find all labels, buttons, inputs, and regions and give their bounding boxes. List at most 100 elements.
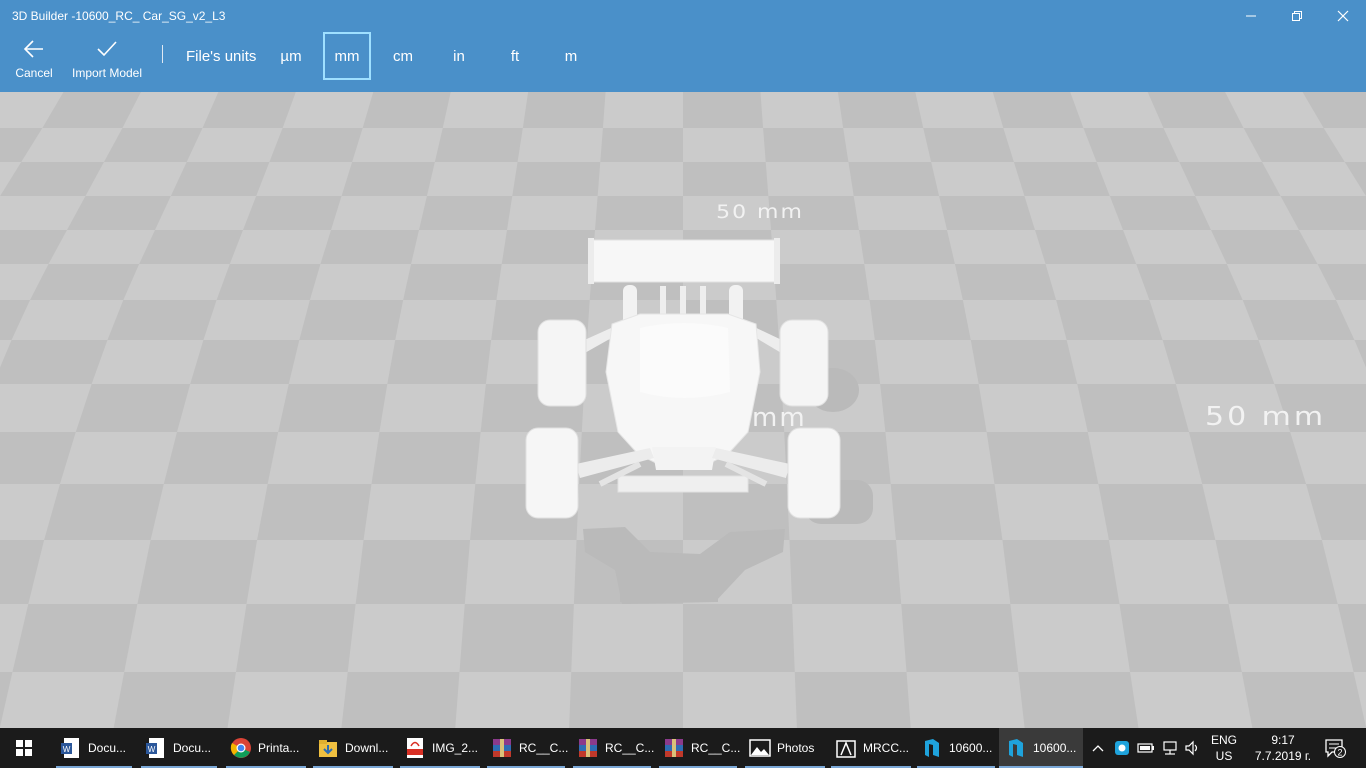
input-language-button[interactable]: ENG US xyxy=(1206,732,1242,764)
action-center-button[interactable]: 2 xyxy=(1322,728,1348,768)
floor-tile xyxy=(992,92,1084,128)
floor-tile xyxy=(794,672,911,728)
floor-tile xyxy=(355,540,471,604)
floor-tile xyxy=(522,92,606,128)
floor-tile xyxy=(1119,604,1242,672)
import-model-button[interactable]: Import Model xyxy=(68,32,146,92)
3d-viewport[interactable]: 50 mm 50 mm mm xyxy=(0,92,1366,728)
floor-tile xyxy=(190,340,300,384)
network-icon xyxy=(1163,741,1177,755)
taskbar-item-document-2[interactable]: W Docu... xyxy=(141,728,217,768)
taskbar-item-label: RC__C... xyxy=(519,741,569,755)
floor-tile xyxy=(501,230,595,264)
language-code: ENG xyxy=(1210,733,1237,747)
floor-tile xyxy=(1211,230,1318,264)
import-model-label: Import Model xyxy=(71,66,143,80)
floor-tile xyxy=(75,384,191,432)
restore-button[interactable] xyxy=(1274,0,1320,32)
unit-foot-button[interactable]: ft xyxy=(491,32,539,80)
windows-logo-icon xyxy=(16,740,32,756)
taskbar-item-label: Docu... xyxy=(88,741,127,755)
floor-tile xyxy=(107,300,217,340)
app-icon xyxy=(835,737,857,759)
floor-tile xyxy=(512,162,601,196)
title-bar: 3D Builder -10600_RC_ Car_SG_v2_L3 xyxy=(0,0,1366,32)
floor-tile xyxy=(12,604,138,672)
taskbar-item-label: 10600... xyxy=(1033,741,1077,755)
floor-tile xyxy=(1241,672,1366,728)
battery-icon xyxy=(1137,743,1154,753)
floor-tile xyxy=(683,604,795,672)
cloud-app-icon xyxy=(1115,741,1129,755)
taskbar-item-archive-1[interactable]: RC__C... xyxy=(487,728,569,768)
toolbar-divider xyxy=(162,45,163,63)
floor-tile xyxy=(1018,672,1139,728)
floor-tile xyxy=(1083,128,1180,162)
floor-tile xyxy=(371,432,481,484)
network-button[interactable] xyxy=(1160,728,1180,768)
unit-centimeter-button[interactable]: cm xyxy=(379,32,427,80)
unit-millimeter-button[interactable]: mm xyxy=(323,32,371,80)
floor-tile xyxy=(459,604,574,672)
volume-button[interactable] xyxy=(1183,728,1203,768)
unit-meter-button[interactable]: m xyxy=(547,32,595,80)
floor-tile xyxy=(1136,264,1243,300)
chrome-icon xyxy=(230,737,252,759)
floor-tile xyxy=(1035,230,1137,264)
close-button[interactable] xyxy=(1320,0,1366,32)
tray-app-button[interactable] xyxy=(1112,728,1132,768)
taskbar-item-document-1[interactable]: W Docu... xyxy=(56,728,132,768)
start-button[interactable] xyxy=(0,728,48,768)
floor-tile xyxy=(848,162,940,196)
3d-builder-icon xyxy=(1005,737,1027,759)
taskbar-item-downloads[interactable]: Downl... xyxy=(313,728,393,768)
taskbar-item-archive-3[interactable]: RC__C... xyxy=(659,728,740,768)
taskbar-item-mrcc[interactable]: MRCC... xyxy=(831,728,911,768)
taskbar-item-label: Printa... xyxy=(258,741,300,755)
svg-text:W: W xyxy=(63,745,71,754)
unit-micrometer-button[interactable]: µm xyxy=(267,32,315,80)
taskbar-item-3d-builder-2[interactable]: 10600... xyxy=(999,728,1083,768)
show-hidden-icons-button[interactable] xyxy=(1088,728,1108,768)
checkmark-icon xyxy=(97,41,117,57)
chevron-up-icon xyxy=(1092,745,1104,752)
floor-tile xyxy=(1215,540,1338,604)
floor-tile xyxy=(569,672,683,728)
floor-tile xyxy=(419,196,513,230)
floor-tile xyxy=(257,484,372,540)
floor-tile xyxy=(1162,340,1275,384)
taskbar-item-3d-builder-1[interactable]: 10600... xyxy=(917,728,995,768)
floor-tile xyxy=(434,128,523,162)
minimize-button[interactable] xyxy=(1228,0,1274,32)
floor-tile xyxy=(341,672,460,728)
floor-tile xyxy=(986,432,1099,484)
floor-tile xyxy=(320,230,419,264)
floor-tile xyxy=(170,162,270,196)
unit-inch-button[interactable]: in xyxy=(435,32,483,80)
floor-tile xyxy=(216,264,321,300)
scale-label-top: 50 mm xyxy=(716,201,804,223)
floor-tile xyxy=(837,92,924,128)
battery-button[interactable] xyxy=(1136,728,1156,768)
clock-date: 7.7.2019 г. xyxy=(1254,749,1312,763)
floor-tile xyxy=(30,264,140,300)
floor-tile xyxy=(859,230,955,264)
floor-tile xyxy=(923,128,1014,162)
winrar-icon xyxy=(663,737,685,759)
app-bar: 3D Builder -10600_RC_ Car_SG_v2_L3 Cance… xyxy=(0,0,1366,92)
cancel-label: Cancel xyxy=(15,66,53,80)
taskbar-item-archive-2[interactable]: RC__C... xyxy=(573,728,654,768)
taskbar-item-photos[interactable]: Photos xyxy=(745,728,825,768)
floor-tile xyxy=(44,484,164,540)
taskbar-item-pdf[interactable]: IMG_2... xyxy=(400,728,480,768)
floor-tile xyxy=(1013,162,1110,196)
floor-tile xyxy=(683,92,764,128)
window-title: 3D Builder -10600_RC_ Car_SG_v2_L3 xyxy=(12,9,226,23)
clock-button[interactable]: 9:17 7.7.2019 г. xyxy=(1248,732,1318,764)
scene-canvas[interactable]: 50 mm 50 mm mm xyxy=(0,92,1366,728)
taskbar-item-chrome[interactable]: Printa... xyxy=(226,728,306,768)
taskbar: W Docu... W Docu... Printa... Downl... I… xyxy=(0,728,1366,768)
cancel-button[interactable]: Cancel xyxy=(14,32,54,92)
floor-tile xyxy=(1098,484,1216,540)
floor-tile xyxy=(387,340,492,384)
